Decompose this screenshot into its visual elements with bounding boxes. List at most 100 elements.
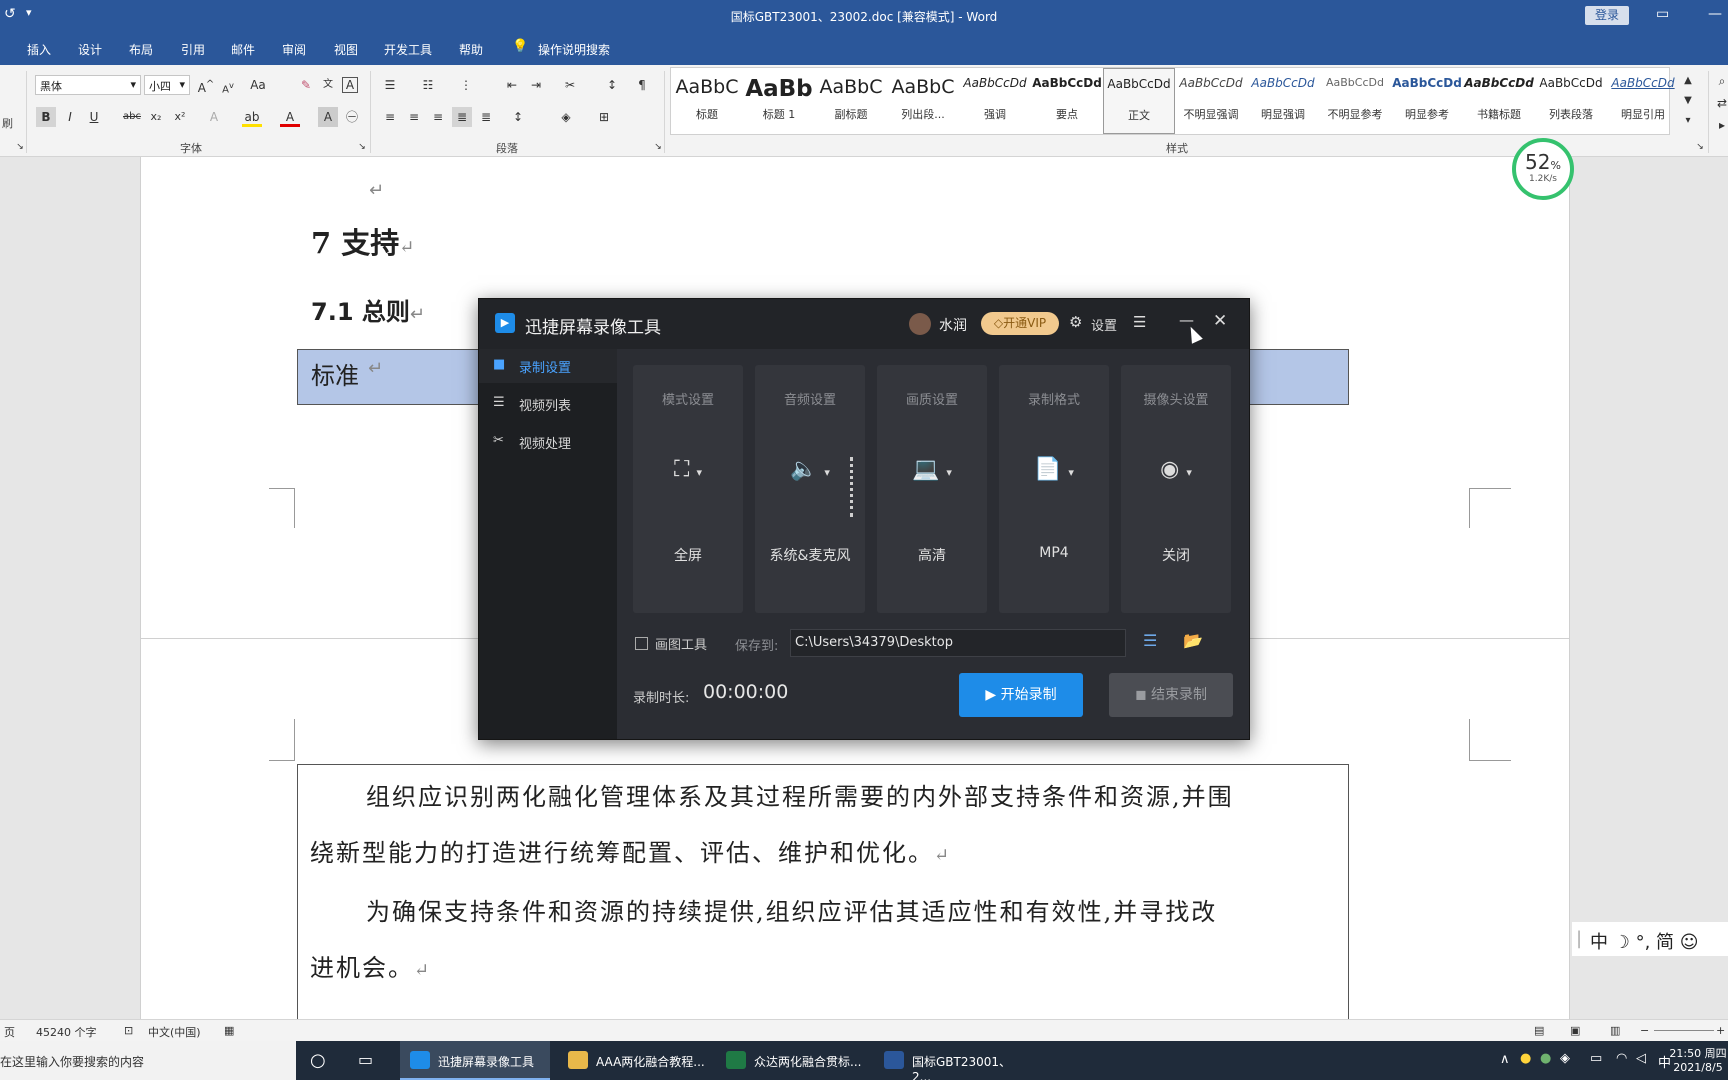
- close-icon[interactable]: ✕: [1213, 311, 1227, 331]
- style-item[interactable]: AaBbCcDd 明显参考: [1391, 68, 1463, 134]
- start-recording-button[interactable]: ▶ 开始录制: [959, 673, 1083, 717]
- style-item[interactable]: AaBbCcDd 列表段落: [1535, 68, 1607, 134]
- quality-settings-card[interactable]: 画质设置 💻 ▾ 高清: [877, 365, 987, 613]
- task-excel[interactable]: 众达两化融合贯标...: [716, 1041, 866, 1080]
- clock-time[interactable]: 21:50 周四: [1668, 1045, 1728, 1061]
- borders-icon[interactable]: ⊞: [594, 107, 614, 127]
- heading-7-1[interactable]: 7.1 总则↵: [311, 292, 425, 327]
- tab-insert[interactable]: 插入: [27, 41, 51, 58]
- menu-icon[interactable]: ☰: [1133, 313, 1146, 331]
- font-name-combo[interactable]: 黑体 ▾: [35, 75, 141, 95]
- align-center-icon[interactable]: ≡: [404, 107, 424, 127]
- style-item[interactable]: AaBbC 标题: [671, 68, 743, 134]
- subscript-icon[interactable]: x₂: [146, 107, 166, 127]
- language-status[interactable]: 中文(中国): [148, 1024, 201, 1040]
- gallery-down-icon[interactable]: ▼: [1678, 91, 1698, 111]
- content-cell[interactable]: 组织应识别两化融化管理体系及其过程所需要的内外部支持条件和资源,并围 绕新型能力…: [297, 764, 1349, 1019]
- style-item[interactable]: AaBbCcDd 明显引用: [1607, 68, 1679, 134]
- dialog-launcher-icon[interactable]: ↘: [648, 137, 668, 157]
- taskbar-search-input[interactable]: 在这里输入你要搜索的内容: [0, 1041, 296, 1080]
- folder-open-icon[interactable]: 📂: [1183, 631, 1203, 650]
- style-item[interactable]: AaBb 标题 1: [743, 68, 815, 134]
- heading-7[interactable]: 7 支持↵: [311, 220, 414, 262]
- settings-button[interactable]: 设置: [1091, 315, 1117, 334]
- sidebar-item-video-list[interactable]: ☰ 视频列表: [479, 387, 617, 421]
- replace-icon[interactable]: ⇄: [1712, 93, 1728, 113]
- style-item[interactable]: AaBbCcDd 强调: [959, 68, 1031, 134]
- draw-tool-checkbox[interactable]: [635, 637, 648, 650]
- chinese-layout-icon[interactable]: ✂: [560, 75, 580, 95]
- print-layout-icon[interactable]: ▣: [1570, 1024, 1580, 1037]
- tab-view[interactable]: 视图: [334, 41, 358, 58]
- task-folder[interactable]: AAA两化融合教程...: [558, 1041, 708, 1080]
- user-name[interactable]: 水润: [939, 315, 967, 335]
- web-layout-icon[interactable]: ▥: [1610, 1024, 1620, 1037]
- tab-layout[interactable]: 布局: [129, 41, 153, 58]
- stop-recording-button[interactable]: ◼ 结束录制: [1109, 673, 1233, 717]
- dialog-launcher-icon[interactable]: ↘: [352, 137, 372, 157]
- gear-icon[interactable]: ⚙: [1069, 313, 1082, 331]
- style-item[interactable]: AaBbCcDd 不明显强调: [1175, 68, 1247, 134]
- font-color-icon[interactable]: A: [280, 107, 300, 127]
- bold-icon[interactable]: B: [36, 107, 56, 127]
- tab-references[interactable]: 引用: [181, 41, 205, 58]
- minimize-icon[interactable]: —: [1708, 6, 1722, 22]
- zoom-out-icon[interactable]: −: [1640, 1024, 1649, 1037]
- tab-developer[interactable]: 开发工具: [384, 41, 432, 58]
- dialog-launcher-icon[interactable]: ↘: [1690, 137, 1710, 157]
- decrease-indent-icon[interactable]: ⇤: [502, 75, 522, 95]
- multilevel-list-icon[interactable]: ⋮: [456, 75, 476, 95]
- increase-indent-icon[interactable]: ⇥: [526, 75, 546, 95]
- ime-grip[interactable]: |: [1576, 928, 1582, 949]
- character-shading-icon[interactable]: A: [318, 107, 338, 127]
- sidebar-item-record-settings[interactable]: ■ 录制设置: [479, 349, 617, 383]
- sort-icon[interactable]: ↕: [602, 75, 622, 95]
- style-item[interactable]: AaBbCcDd 要点: [1031, 68, 1103, 134]
- shading-icon[interactable]: ◈: [556, 107, 576, 127]
- cortana-icon[interactable]: ○: [310, 1050, 326, 1071]
- tray-app-icon[interactable]: ●: [1520, 1051, 1531, 1066]
- find-icon[interactable]: ⌕: [1712, 71, 1728, 91]
- tray-app-icon[interactable]: ●: [1540, 1051, 1551, 1066]
- camera-settings-card[interactable]: 摄像头设置 ◉ ▾ 关闭: [1121, 365, 1231, 613]
- macro-icon[interactable]: ▦: [224, 1024, 234, 1037]
- italic-icon[interactable]: I: [60, 107, 80, 127]
- clock-date[interactable]: 2021/8/5: [1668, 1061, 1728, 1074]
- zoom-slider[interactable]: [1654, 1030, 1714, 1031]
- line-spacing-icon[interactable]: ↕: [508, 107, 528, 127]
- proofing-icon[interactable]: ⊡: [124, 1024, 133, 1037]
- tab-help[interactable]: 帮助: [459, 41, 483, 58]
- list-icon[interactable]: ☰: [1143, 631, 1157, 650]
- align-left-icon[interactable]: ≡: [380, 107, 400, 127]
- read-mode-icon[interactable]: ▤: [1534, 1024, 1544, 1037]
- style-item[interactable]: AaBbCcDd 明显强调: [1247, 68, 1319, 134]
- gallery-more-icon[interactable]: ▾: [1678, 111, 1698, 131]
- phonetic-guide-icon[interactable]: 文: [318, 75, 338, 95]
- login-button[interactable]: 登录: [1585, 6, 1629, 25]
- style-item[interactable]: AaBbCcDd 书籍标题: [1463, 68, 1535, 134]
- wifi-icon[interactable]: ◠: [1616, 1051, 1627, 1066]
- vip-button[interactable]: ◇开通VIP: [981, 312, 1059, 335]
- ime-toolbar[interactable]: | 中 ☽ °, 简 ☺: [1572, 922, 1728, 956]
- select-icon[interactable]: ▸: [1712, 115, 1728, 135]
- character-border-icon[interactable]: A: [342, 77, 358, 93]
- style-item[interactable]: AaBbC 列出段...: [887, 68, 959, 134]
- ribbon-display-icon[interactable]: ▭: [1656, 6, 1669, 22]
- underline-icon[interactable]: U: [84, 107, 104, 127]
- justify-icon[interactable]: ≣: [452, 107, 472, 127]
- ime-status[interactable]: 中 ☽ °, 简 ☺: [1590, 928, 1699, 954]
- font-size-combo[interactable]: 小四 ▾: [144, 75, 190, 95]
- tell-me-search[interactable]: 操作说明搜索: [538, 41, 610, 58]
- shrink-font-icon[interactable]: Av: [218, 75, 238, 95]
- style-item[interactable]: AaBbCcDd 不明显参考: [1319, 68, 1391, 134]
- task-word[interactable]: 国标GBT23001、2...: [874, 1041, 1024, 1080]
- show-marks-icon[interactable]: ¶: [632, 75, 652, 95]
- task-view-icon[interactable]: ▭: [358, 1050, 373, 1069]
- enclose-characters-icon[interactable]: ㊀: [342, 107, 362, 127]
- avatar[interactable]: [909, 313, 931, 335]
- sidebar-item-video-process[interactable]: ✂ 视频处理: [479, 425, 617, 459]
- numbering-icon[interactable]: ☷: [418, 75, 438, 95]
- change-case-icon[interactable]: Aa: [248, 75, 268, 95]
- task-recorder[interactable]: 迅捷屏幕录像工具: [400, 1041, 550, 1080]
- tab-design[interactable]: 设计: [78, 41, 102, 58]
